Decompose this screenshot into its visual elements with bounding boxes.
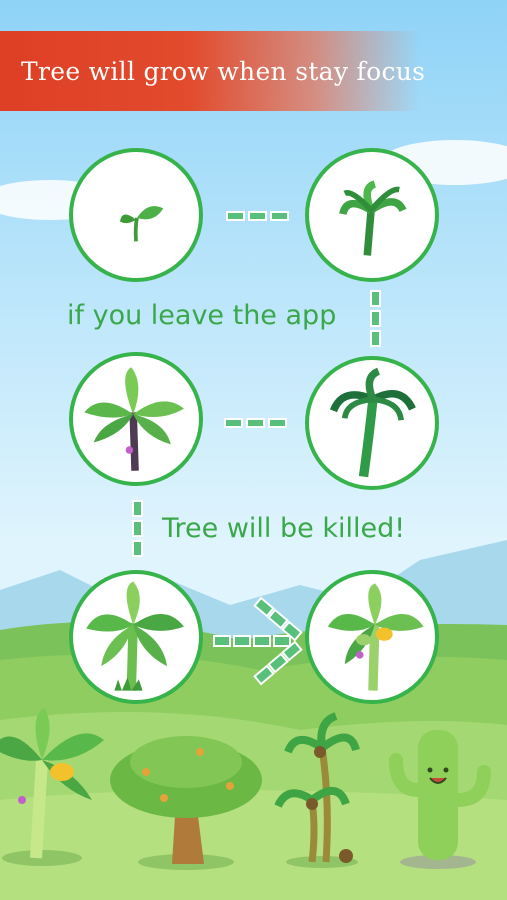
young-palm-icon bbox=[329, 367, 416, 478]
connector-2-3 bbox=[370, 290, 381, 347]
banana-tree-icon bbox=[86, 581, 184, 691]
stage-sprout bbox=[69, 148, 203, 282]
title-banner: Tree will grow when stay focus bbox=[0, 31, 425, 111]
connector-3-4 bbox=[224, 418, 287, 428]
stage-fruit-banana-tree bbox=[305, 570, 439, 704]
stage-young-palm bbox=[305, 356, 439, 490]
banana-plant-icon bbox=[84, 367, 184, 471]
stage-small-palm bbox=[305, 148, 439, 282]
small-palm-icon bbox=[339, 180, 407, 256]
tree-killed-label: Tree will be killed! bbox=[162, 513, 406, 544]
connector-3-5 bbox=[132, 500, 143, 557]
stage-banana-tree bbox=[69, 570, 203, 704]
leave-app-label: if you leave the app bbox=[67, 300, 337, 331]
banner-title: Tree will grow when stay focus bbox=[21, 56, 426, 86]
stage-banana-plant bbox=[69, 352, 203, 486]
fruit-banana-tree-icon bbox=[327, 583, 424, 691]
connector-1-2 bbox=[226, 211, 289, 221]
sprout-icon bbox=[120, 206, 164, 242]
arrow-right-icon bbox=[213, 596, 303, 686]
